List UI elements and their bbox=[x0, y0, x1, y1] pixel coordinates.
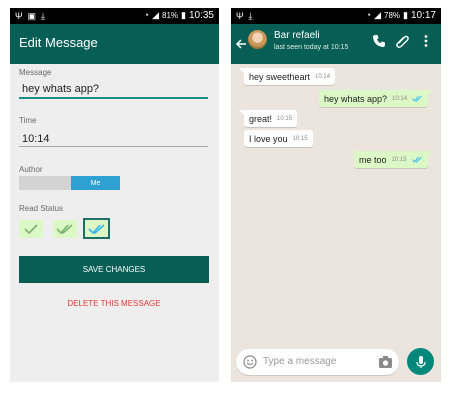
message-time: 10:15 bbox=[391, 156, 407, 163]
message-time: 10:15 bbox=[292, 135, 308, 142]
message-input-placeholder[interactable]: Type a message bbox=[263, 356, 336, 367]
message-bubble[interactable]: hey whats app? 10:14 bbox=[319, 90, 434, 107]
signal-icon: ◢ bbox=[152, 10, 159, 20]
author-option-me[interactable]: Me bbox=[71, 176, 120, 190]
read-status-sent[interactable] bbox=[19, 220, 43, 238]
battery-icon: ▮ bbox=[181, 10, 186, 20]
message-input[interactable]: hey whats app? bbox=[22, 83, 99, 95]
read-status-label: Read Status bbox=[19, 204, 64, 213]
message-text: hey whats app? bbox=[324, 93, 388, 104]
contact-status: last seen today at 10:15 bbox=[274, 44, 349, 51]
message-bubble[interactable]: me too 10:15 bbox=[354, 151, 433, 168]
time-input[interactable]: 10:14 bbox=[22, 133, 50, 145]
clock: 10:17 bbox=[410, 9, 436, 21]
double-check-read-icon bbox=[412, 95, 422, 102]
avatar[interactable] bbox=[248, 30, 267, 49]
message-bubble[interactable]: I love you 10:15 bbox=[244, 130, 313, 147]
message-label: Message bbox=[19, 68, 52, 77]
usb-icon: Ψ bbox=[15, 11, 23, 21]
image-icon: ▣ bbox=[27, 11, 37, 21]
author-option-other[interactable] bbox=[19, 176, 71, 190]
download-icon: ⤓ bbox=[248, 11, 253, 21]
usb-icon: Ψ bbox=[236, 11, 244, 21]
app-bar: Edit Message bbox=[10, 24, 219, 64]
page-title: Edit Message bbox=[19, 35, 98, 50]
status-bar: Ψ ▣ ⤓ ◔ ◢ 81% ▮ 10:35 bbox=[10, 8, 219, 24]
message-text: me too bbox=[359, 154, 387, 165]
chat-header: Bar refaeli last seen today at 10:15 bbox=[231, 24, 441, 64]
message-text: I love you bbox=[249, 133, 288, 144]
time-input-underline bbox=[19, 146, 208, 147]
status-bar: Ψ ⤓ ◔ ◢ 78% ▮ 10:17 bbox=[231, 8, 441, 24]
download-icon: ⤓ bbox=[41, 11, 46, 21]
camera-icon[interactable] bbox=[378, 355, 393, 369]
read-status-read[interactable] bbox=[83, 218, 110, 239]
author-toggle[interactable]: Me bbox=[19, 176, 120, 190]
mic-icon bbox=[415, 355, 426, 368]
edit-message-screen: Ψ ▣ ⤓ ◔ ◢ 81% ▮ 10:35 Edit Message Messa… bbox=[10, 8, 219, 382]
save-changes-button[interactable]: SAVE CHANGES bbox=[19, 256, 209, 283]
read-status-delivered[interactable] bbox=[53, 220, 77, 238]
delete-message-button[interactable]: DELETE THIS MESSAGE bbox=[19, 299, 209, 308]
single-check-icon bbox=[24, 224, 38, 235]
wifi-icon: ◔ bbox=[143, 10, 150, 20]
wifi-icon: ◔ bbox=[365, 10, 372, 20]
attach-icon[interactable] bbox=[395, 34, 409, 48]
more-menu-icon[interactable] bbox=[419, 34, 433, 48]
message-time: 10:14 bbox=[315, 73, 331, 80]
double-check-read-icon bbox=[87, 223, 105, 234]
emoji-icon[interactable] bbox=[243, 355, 257, 369]
back-arrow-icon[interactable] bbox=[235, 37, 247, 51]
double-check-icon bbox=[56, 224, 73, 235]
chat-screen: Ψ ⤓ ◔ ◢ 78% ▮ 10:17 Bar refaeli last see… bbox=[231, 8, 441, 382]
message-input-underline bbox=[19, 97, 208, 99]
author-label: Author bbox=[19, 165, 43, 174]
phone-icon[interactable] bbox=[372, 34, 386, 48]
message-bubble[interactable]: hey sweetheart 10:14 bbox=[239, 68, 336, 85]
message-composer[interactable]: Type a message bbox=[236, 349, 399, 375]
signal-icon: ◢ bbox=[374, 10, 381, 20]
battery-icon: ▮ bbox=[403, 10, 408, 20]
battery-percent: 81% bbox=[162, 10, 179, 20]
message-text: hey sweetheart bbox=[249, 71, 311, 82]
message-text: great! bbox=[249, 113, 273, 124]
message-time: 10:15 bbox=[277, 115, 293, 122]
message-bubble[interactable]: great! 10:15 bbox=[239, 110, 298, 127]
clock: 10:35 bbox=[188, 9, 214, 21]
contact-name[interactable]: Bar refaeli bbox=[274, 30, 320, 41]
battery-percent: 78% bbox=[384, 10, 401, 20]
time-label: Time bbox=[19, 116, 37, 125]
message-time: 10:14 bbox=[392, 95, 408, 102]
mic-button[interactable] bbox=[407, 348, 434, 375]
double-check-read-icon bbox=[411, 156, 422, 163]
